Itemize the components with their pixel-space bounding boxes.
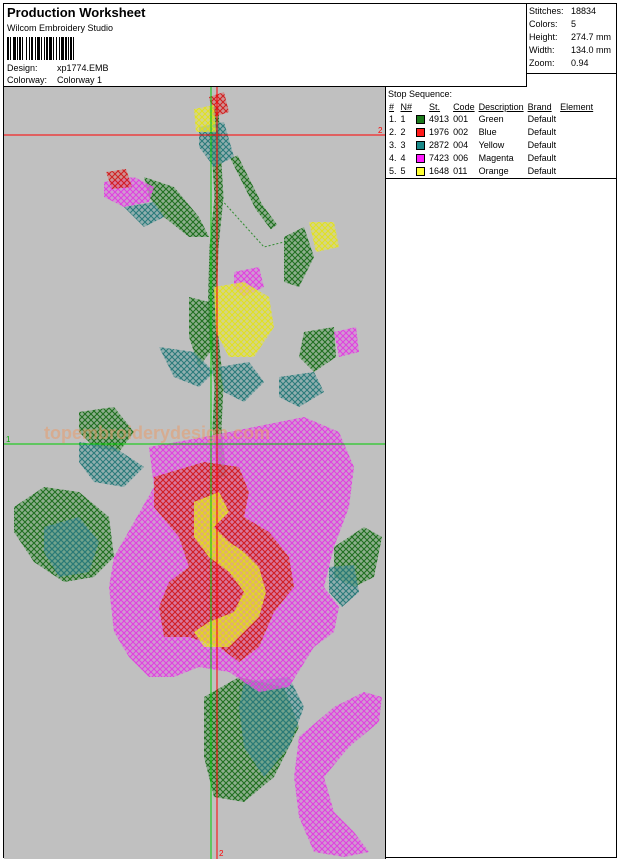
element-name <box>558 152 595 165</box>
stat-value: 274.7 mm <box>571 32 612 42</box>
stitch-count: 2872 <box>429 140 450 150</box>
stat-label: Zoom: <box>529 58 555 68</box>
watermark-text: topembroiderydesign.com <box>44 423 270 443</box>
stitch-count: 1976 <box>429 127 450 137</box>
col-header-element: Element <box>560 102 594 112</box>
design-label: Design: <box>7 63 38 73</box>
col-header-number: # <box>389 102 395 112</box>
stop-sequence-table: # N# St. Code Description Brand Element … <box>387 101 595 178</box>
col-header-stitches: St. <box>429 102 441 112</box>
color-description: Orange <box>478 166 509 176</box>
colorway-value: Colorway 1 <box>57 75 103 85</box>
color-code: 001 <box>453 114 469 124</box>
needle-number: 2 <box>400 127 406 137</box>
color-code: 002 <box>453 127 469 137</box>
thread-color-swatch <box>416 128 426 138</box>
table-row: 3. 3 2872 004 Yellow Default <box>387 139 595 152</box>
col-header-swatch <box>414 101 427 113</box>
design-stats: Stitches: 18834 Colors: 5 Height: 274.7 mm … <box>527 4 616 74</box>
color-description: Yellow <box>478 140 505 150</box>
thread-color-swatch <box>416 115 426 125</box>
row-number: 3. <box>389 140 397 150</box>
guide-label-bottom: 2 <box>219 849 224 858</box>
color-swatch <box>414 165 427 178</box>
element-name <box>558 139 595 152</box>
col-header-description: Description <box>478 102 524 112</box>
needle-number: 5 <box>400 166 406 176</box>
stat-label: Width: <box>529 45 555 55</box>
element-name <box>558 165 595 178</box>
color-description: Magenta <box>478 153 514 163</box>
stat-value: 134.0 mm <box>571 45 612 55</box>
software-name: Wilcom Embroidery Studio <box>7 23 114 33</box>
needle-number: 4 <box>400 153 406 163</box>
stitch-count: 7423 <box>429 153 450 163</box>
guide-label-top: 2 <box>378 126 383 135</box>
stop-sequence-panel: Stop Sequence: # N# St. Code Description… <box>386 87 617 179</box>
thread-brand: Default <box>527 140 557 150</box>
color-swatch <box>414 113 427 126</box>
table-row: 4. 4 7423 006 Magenta Default <box>387 152 595 165</box>
design-meta: Design: xp1774.EMB Colorway: Colorway 1 <box>7 62 109 86</box>
thread-brand: Default <box>527 166 557 176</box>
color-swatch <box>414 139 427 152</box>
stitch-count: 1648 <box>429 166 450 176</box>
col-header-brand: Brand <box>527 102 552 112</box>
embroidery-preview-canvas: 2 1 2 topembroiderydesign.com <box>4 87 385 859</box>
colorway-label: Colorway: <box>7 75 48 85</box>
stitch-count: 4913 <box>429 114 450 124</box>
barcode-bar <box>74 37 76 60</box>
color-description: Green <box>478 114 504 124</box>
thread-brand: Default <box>527 127 557 137</box>
col-header-code: Code <box>453 102 475 112</box>
needle-number: 1 <box>400 114 406 124</box>
table-row: 2. 2 1976 002 Blue Default <box>387 126 595 139</box>
stat-value: 18834 <box>571 6 597 16</box>
needle-number: 3 <box>400 140 406 150</box>
worksheet-header: Production Worksheet Wilcom Embroidery S… <box>4 4 527 87</box>
design-preview: 2 1 2 topembroiderydesign.com <box>4 87 386 859</box>
barcode <box>7 37 133 60</box>
row-number: 4. <box>389 153 397 163</box>
stat-value: 0.94 <box>571 58 589 68</box>
thread-color-swatch <box>416 154 426 164</box>
stat-label: Height: <box>529 32 558 42</box>
row-number: 5. <box>389 166 397 176</box>
stop-sequence-title: Stop Sequence: <box>388 89 453 99</box>
thread-color-swatch <box>416 167 426 177</box>
color-code: 006 <box>453 153 469 163</box>
worksheet-title: Production Worksheet <box>7 5 146 20</box>
color-swatch <box>414 126 427 139</box>
row-number: 2. <box>389 127 397 137</box>
row-number: 1. <box>389 114 397 124</box>
design-value: xp1774.EMB <box>57 63 109 73</box>
stat-value: 5 <box>571 19 577 29</box>
stat-label: Stitches: <box>529 6 564 16</box>
color-code: 011 <box>453 166 468 176</box>
guide-label-left: 1 <box>6 435 11 444</box>
element-name <box>558 113 595 126</box>
color-description: Blue <box>478 127 497 137</box>
table-row: 5. 5 1648 011 Orange Default <box>387 165 595 178</box>
worksheet-frame: Production Worksheet Wilcom Embroidery S… <box>3 3 617 859</box>
stat-label: Colors: <box>529 19 558 29</box>
color-code: 004 <box>453 140 469 150</box>
element-name <box>558 126 595 139</box>
col-header-needle: N# <box>400 102 413 112</box>
thread-color-swatch <box>416 141 426 151</box>
table-row: 1. 1 4913 001 Green Default <box>387 113 595 126</box>
color-swatch <box>414 152 427 165</box>
table-header-row: # N# St. Code Description Brand Element <box>387 101 595 113</box>
thread-brand: Default <box>527 114 557 124</box>
thread-brand: Default <box>527 153 557 163</box>
